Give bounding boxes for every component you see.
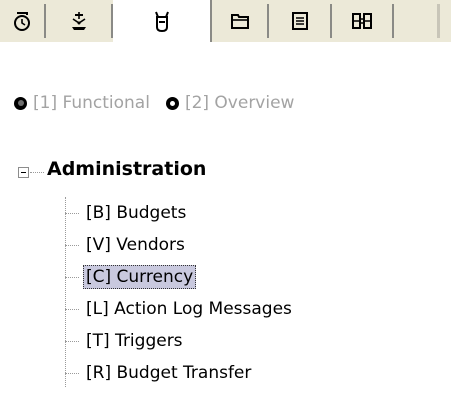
tree-item-action-log-messages[interactable]: [L] Action Log Messages [65,295,295,323]
tab-administration[interactable] [113,0,212,44]
tab-search[interactable] [332,4,394,38]
clock-icon [14,12,30,31]
tab-documents[interactable] [212,4,269,38]
flask-icon [154,11,169,33]
tab-strip [0,0,451,44]
folder-icon [230,14,249,29]
admin-tree: Administration [B] Budgets [V] Vendors [… [0,155,451,403]
tab-history[interactable] [0,4,46,38]
radio-unchecked-icon [165,96,179,110]
tree-item-vendors[interactable]: [V] Vendors [65,231,188,259]
tree-item-currency[interactable]: [C] Currency [65,263,197,291]
functional-radio[interactable]: [1] Functional [14,93,150,113]
tree-item-triggers[interactable]: [T] Triggers [65,327,186,355]
tree-item-label: [T] Triggers [86,331,183,351]
compass-icon [71,12,86,30]
tree-connector [65,340,79,342]
view-mode-options: [1] Functional [2] Overview [14,91,294,115]
overview-radio-label: [2] Overview [184,93,295,113]
tree-connector [65,244,79,246]
tree-connector [30,172,44,173]
tree-connector [65,308,79,310]
tree-item-budget-transfer[interactable]: [R] Budget Transfer [65,359,254,387]
tree-connector [65,276,79,278]
tab-strip-border [0,42,451,44]
tab-lists[interactable] [269,4,332,38]
tab-navigator[interactable] [46,4,113,38]
tree-connector [65,212,79,214]
tree-item-label: [R] Budget Transfer [86,363,252,383]
tab-strip-end [437,4,440,38]
tree-item-label: [V] Vendors [86,235,185,255]
collapse-toggle[interactable] [18,167,29,178]
radio-checked-icon [14,96,27,110]
overview-radio[interactable]: [2] Overview [165,93,295,113]
binoculars-icon [352,13,372,29]
tree-item-label-selected: [C] Currency [83,265,197,289]
functional-radio-label: [1] Functional [33,93,150,113]
list-icon [291,12,308,30]
tree-item-budgets[interactable]: [B] Budgets [65,199,189,227]
tree-root-administration[interactable]: Administration [47,158,206,180]
tree-item-label: [L] Action Log Messages [86,299,292,319]
tree-connector [65,372,79,374]
tree-item-label: [B] Budgets [86,203,187,223]
